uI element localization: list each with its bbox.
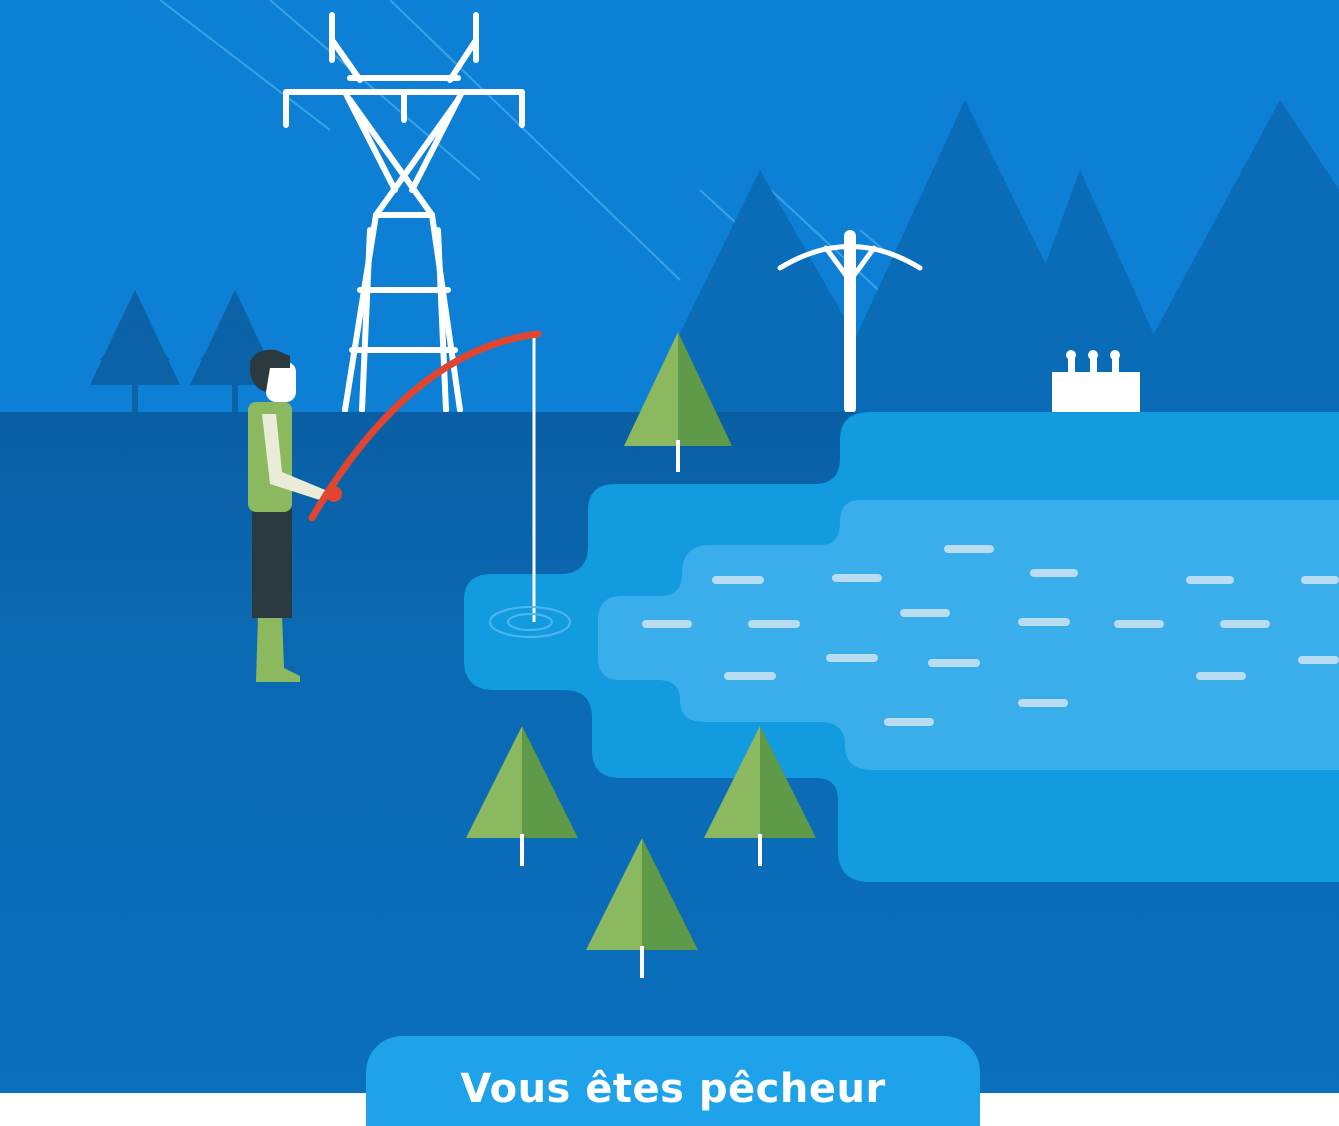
hydro-landscape-illustration — [0, 0, 1339, 1093]
banner-title: Vous êtes pêcheur — [460, 1066, 886, 1112]
audience-banner[interactable]: Vous êtes pêcheur — [366, 1036, 980, 1126]
